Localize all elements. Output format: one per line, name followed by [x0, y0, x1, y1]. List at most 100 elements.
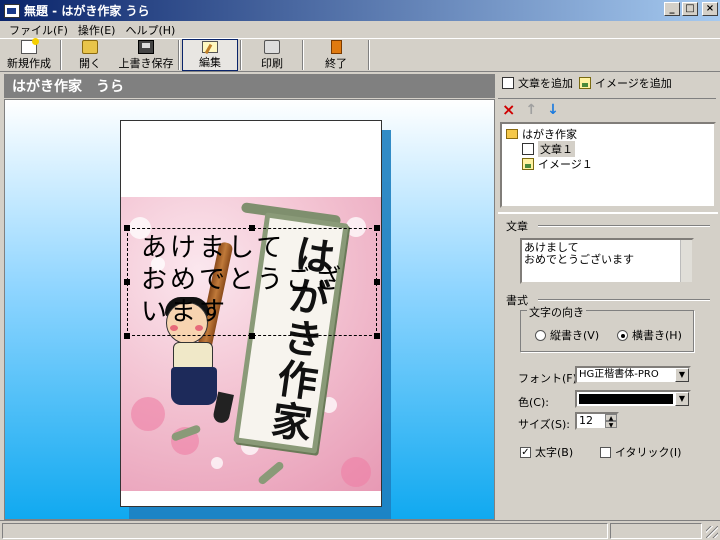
greeting-text[interactable]: あけまして おめでとうござ います — [141, 232, 377, 328]
add-image-label: イメージを追加 — [595, 77, 672, 90]
tree-item-text[interactable]: 文章１ — [506, 140, 710, 157]
resize-handle[interactable] — [374, 225, 380, 231]
app-icon[interactable] — [4, 3, 20, 18]
layer-tree[interactable]: はがき作家 文章１ イメージ１ — [500, 122, 716, 208]
folder-icon — [506, 128, 518, 139]
properties-panel: 文章を追加 イメージを追加 × ↑ ↓ はがき作家 文章１ イメージ１ 文章 あ… — [498, 72, 720, 520]
status-panel — [610, 523, 702, 539]
resize-handle[interactable] — [374, 333, 380, 339]
exit-button-label: 終了 — [325, 57, 347, 70]
save-disk-icon — [138, 40, 154, 54]
toolbar-separator — [178, 40, 180, 70]
chevron-down-icon[interactable]: ▼ — [675, 392, 689, 406]
menu-file[interactable]: ファイル(F) — [4, 22, 73, 38]
document-icon — [502, 77, 514, 89]
add-image-button[interactable]: イメージを追加 — [579, 75, 672, 91]
text-content-field[interactable]: あけまして おめでとうございます — [520, 238, 694, 284]
menu-bar: ファイル(F) 操作(E) ヘルプ(H) — [0, 21, 720, 38]
resize-handle[interactable] — [124, 225, 130, 231]
close-button[interactable]: × — [702, 2, 718, 16]
radio-horizontal-circle — [617, 329, 628, 341]
size-stepper[interactable]: 12 ▲ ▼ — [575, 412, 619, 430]
new-button[interactable]: 新規作成 — [0, 38, 58, 71]
edit-button-label: 編集 — [199, 56, 221, 69]
resize-handle[interactable] — [249, 225, 255, 231]
move-up-icon[interactable]: ↑ — [525, 102, 537, 118]
add-text-button[interactable]: 文章を追加 — [502, 75, 573, 91]
minimize-button[interactable]: _ — [664, 2, 680, 16]
resize-handle[interactable] — [249, 333, 255, 339]
bold-checkbox[interactable]: ✓ 太字(B) — [520, 444, 573, 460]
chevron-down-icon[interactable]: ▼ — [675, 368, 689, 382]
bold-check-icon: ✓ — [520, 446, 531, 458]
tree-item-image[interactable]: イメージ１ — [506, 156, 710, 171]
italic-checkbox[interactable]: イタリック(I) — [600, 444, 681, 460]
panel-action-toolbar: × ↑ ↓ — [498, 98, 716, 120]
save-button-label: 上書き保存 — [118, 57, 174, 70]
size-label: サイズ(S): — [518, 418, 570, 431]
section-divider — [538, 299, 710, 301]
open-button-label: 開く — [79, 57, 101, 70]
blossom-decoration — [131, 397, 165, 431]
move-down-icon[interactable]: ↓ — [547, 102, 559, 118]
greeting-line: あけまして — [141, 233, 286, 263]
printer-icon — [264, 40, 280, 54]
color-label: 色(C): — [518, 396, 549, 409]
menu-help[interactable]: ヘルプ(H) — [120, 22, 180, 38]
open-button[interactable]: 開く — [64, 39, 116, 71]
tree-item-label: イメージ１ — [538, 157, 593, 171]
exit-button[interactable]: 終了 — [306, 39, 366, 71]
maximize-button[interactable]: □ — [682, 2, 698, 16]
canvas-area[interactable]: はがき作家 あけまして おめでとうござ います — [4, 99, 495, 520]
status-bar — [0, 520, 720, 540]
resize-handle[interactable] — [124, 333, 130, 339]
blossom-decoration — [341, 457, 371, 487]
new-document-icon — [21, 38, 39, 54]
document-title: はがき作家 うら — [12, 79, 124, 95]
format-properties: 文章 あけまして おめでとうございます 書式 文字の向き 縦書き(V) 横書き(… — [498, 212, 718, 520]
text-section-label: 文章 — [506, 220, 528, 233]
font-value: HG正楷書体-PRO — [579, 369, 659, 380]
color-select[interactable]: ▼ — [575, 390, 691, 408]
boy-hakama — [171, 367, 217, 405]
menu-operation[interactable]: 操作(E) — [73, 22, 121, 38]
toolbar-separator — [302, 40, 304, 70]
window-controls: _ □ × — [664, 2, 718, 16]
toolbar-separator — [368, 40, 370, 70]
italic-check-icon — [600, 446, 611, 458]
toolbar-separator — [60, 40, 62, 70]
image-icon — [579, 77, 591, 89]
font-label: フォント(F): — [518, 372, 581, 385]
tree-root-label: はがき作家 — [522, 127, 577, 141]
status-panel — [2, 523, 608, 539]
text-direction-label: 文字の向き — [527, 304, 586, 320]
delete-icon[interactable]: × — [502, 101, 515, 117]
greeting-line: います — [141, 297, 229, 327]
document-title-bar: はがき作家 うら — [4, 74, 495, 98]
toolbar-separator — [240, 40, 242, 70]
edit-button[interactable]: 編集 — [182, 39, 238, 71]
title-bar: 無題 - はがき作家 うら _ □ × — [0, 0, 720, 21]
decrement-icon[interactable]: ▼ — [605, 421, 617, 429]
resize-grip-icon[interactable] — [706, 526, 718, 538]
resize-handle[interactable] — [374, 279, 380, 285]
open-folder-icon — [82, 40, 98, 54]
resize-handle[interactable] — [124, 279, 130, 285]
image-icon — [522, 157, 534, 170]
textarea-scrollbar[interactable] — [680, 240, 692, 282]
increment-icon[interactable]: ▲ — [605, 414, 617, 422]
color-swatch — [579, 394, 673, 404]
document-icon — [522, 142, 534, 155]
edit-pencil-icon — [202, 41, 218, 53]
size-value: 12 — [579, 414, 593, 427]
vertical-radio[interactable]: 縦書き(V) — [535, 327, 599, 343]
tree-root[interactable]: はがき作家 — [506, 126, 710, 141]
vertical-label: 縦書き(V) — [550, 329, 600, 342]
bold-label: 太字(B) — [535, 446, 574, 459]
horizontal-radio[interactable]: 横書き(H) — [617, 327, 682, 343]
print-button-label: 印刷 — [261, 57, 283, 70]
save-button[interactable]: 上書き保存 — [116, 39, 176, 71]
print-button[interactable]: 印刷 — [244, 39, 300, 71]
font-select[interactable]: HG正楷書体-PRO ▼ — [575, 366, 691, 384]
exit-door-icon — [330, 40, 342, 54]
